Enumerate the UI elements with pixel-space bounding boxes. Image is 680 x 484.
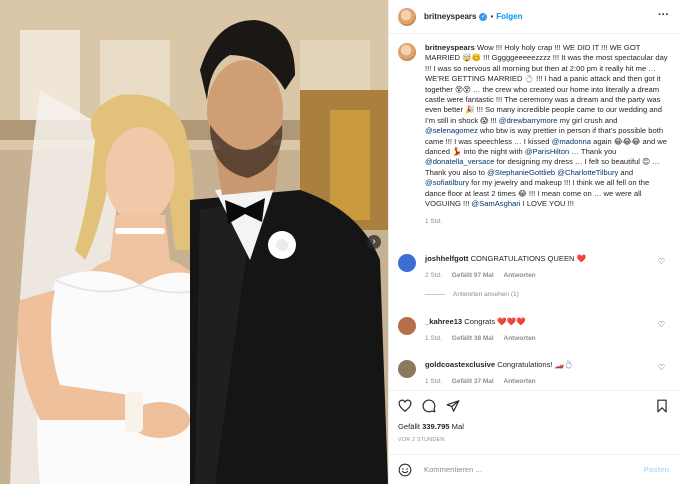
comment-item: goldcoastexclusive Congratulations! 🏎️💍 …: [398, 360, 674, 387]
comment-likes[interactable]: Gefällt 97 Mal: [452, 272, 494, 279]
caption-text: britneyspears Wow !!! Holy holy crap !!!…: [425, 43, 669, 227]
comment-item: joshhelfgott CONGRATULATIONS QUEEN ❤️ 2 …: [398, 254, 674, 298]
view-replies-button[interactable]: Antworten ansehen (1): [425, 291, 674, 298]
post-actions: Gefällt 339.795 Mal VOR 2 STUNDEN: [389, 390, 680, 450]
comment-body: joshhelfgott CONGRATULATIONS QUEEN ❤️ 2 …: [425, 254, 674, 281]
caption-text-segment: my girl crush and: [557, 115, 618, 125]
comment-meta: 1 Std. Gefällt 38 Mal Antworten: [425, 334, 674, 344]
caption-mention-link[interactable]: @SamAsghari: [471, 199, 520, 208]
comment-bubble-icon[interactable]: [422, 399, 436, 413]
author-username[interactable]: britneyspears: [424, 12, 476, 21]
follow-button[interactable]: Folgen: [496, 12, 522, 21]
likes-prefix: Gefällt: [398, 422, 420, 431]
caption-mention-link[interactable]: @madonna: [552, 137, 591, 146]
comment-item: _kahree13 Congrats ❤️❤️❤️ 1 Std. Gefällt…: [398, 317, 674, 344]
comment-meta: 2 Std. Gefällt 97 Mal Antworten: [425, 271, 674, 281]
caption-mention-link[interactable]: @drewbarrymore: [499, 116, 558, 125]
comment-meta: 1 Std. Gefällt 37 Mal Antworten: [425, 377, 674, 387]
caption-text-segment: … Thank you: [569, 147, 617, 157]
caption-mention-link[interactable]: @donatella_versace: [425, 157, 494, 166]
more-options-icon[interactable]: ···: [658, 9, 669, 21]
chevron-right-icon: ›: [372, 236, 376, 247]
post-timestamp: VOR 2 STUNDEN: [398, 437, 445, 443]
comment-text: Congratulations! 🏎️💍: [497, 360, 574, 369]
comment-avatar[interactable]: [398, 360, 416, 378]
caption-mention-link[interactable]: @sofiatilbury: [425, 178, 469, 187]
comment-time: 2 Std.: [425, 272, 442, 279]
avatar[interactable]: [398, 7, 416, 26]
post-photo[interactable]: ›: [0, 0, 388, 484]
share-paper-plane-icon[interactable]: [446, 399, 460, 413]
separator-dot: •: [490, 12, 494, 21]
caption-text-segment: Wow !!! Holy holy crap !!! WE DID IT !!!…: [425, 43, 668, 125]
heart-icon[interactable]: ♡: [658, 363, 665, 372]
comment-body: _kahree13 Congrats ❤️❤️❤️ 1 Std. Gefällt…: [425, 317, 674, 344]
reply-button[interactable]: Antworten: [504, 272, 536, 279]
comment-text: Congrats ❤️❤️❤️: [464, 317, 526, 326]
caption-meta: 1 Std.: [425, 217, 669, 227]
comment-time: 1 Std.: [425, 378, 442, 385]
likes-number: 339.795: [422, 422, 450, 431]
likes-suffix: Mal: [451, 422, 464, 431]
comment-username[interactable]: joshhelfgott: [425, 254, 468, 263]
instagram-post: › britneyspears ✓ • Folgen ··· britneysp…: [0, 0, 680, 484]
comment-likes[interactable]: Gefällt 38 Mal: [452, 335, 494, 342]
caption-text-segment: and: [618, 167, 634, 177]
post-comment-button[interactable]: Posten: [644, 465, 669, 474]
comments-section[interactable]: britneyspears Wow !!! Holy holy crap !!!…: [389, 35, 680, 390]
like-count[interactable]: Gefällt 339.795 Mal: [398, 422, 464, 431]
post-header: britneyspears ✓ • Folgen ···: [389, 0, 680, 34]
next-image-button[interactable]: ›: [367, 235, 381, 249]
replies-line: [425, 294, 445, 295]
caption-body: Wow !!! Holy holy crap !!! WE DID IT !!!…: [425, 43, 668, 208]
verified-badge-icon: ✓: [479, 12, 488, 21]
like-heart-icon[interactable]: [398, 399, 412, 413]
caption-username[interactable]: britneyspears: [425, 43, 475, 52]
caption-time: 1 Std.: [425, 217, 442, 225]
caption-mention-link[interactable]: @ParisHilton: [525, 147, 569, 156]
add-comment-bar: Kommentieren ... Posten: [389, 454, 680, 484]
caption-mention-link[interactable]: @selenagomez: [425, 126, 478, 135]
reply-button[interactable]: Antworten: [504, 378, 536, 385]
save-bookmark-icon[interactable]: [655, 399, 669, 413]
comment-avatar[interactable]: [398, 317, 416, 335]
comment-likes[interactable]: Gefällt 37 Mal: [452, 378, 494, 385]
comment-time: 1 Std.: [425, 335, 442, 342]
comment-username[interactable]: _kahree13: [425, 317, 462, 326]
reply-button[interactable]: Antworten: [504, 335, 536, 342]
heart-icon[interactable]: ♡: [658, 320, 665, 329]
caption-avatar[interactable]: [398, 43, 416, 61]
post-caption: britneyspears Wow !!! Holy holy crap !!!…: [398, 43, 674, 227]
heart-icon[interactable]: ♡: [658, 257, 665, 266]
wedding-photo-illustration: [0, 0, 388, 484]
comment-input[interactable]: Kommentieren ...: [424, 465, 644, 474]
action-icons: [398, 399, 460, 413]
view-replies-label: Antworten ansehen (1): [453, 291, 519, 298]
comment-avatar[interactable]: [398, 254, 416, 272]
emoji-smiley-icon[interactable]: [398, 463, 412, 477]
caption-mention-link[interactable]: @CharlotteTilbury: [557, 168, 618, 177]
comment-body: goldcoastexclusive Congratulations! 🏎️💍 …: [425, 360, 674, 387]
caption-text-segment: I LOVE YOU !!!: [520, 199, 574, 209]
comment-username[interactable]: goldcoastexclusive: [425, 360, 495, 369]
post-side-panel: britneyspears ✓ • Folgen ··· britneyspea…: [388, 0, 680, 484]
comment-text: CONGRATULATIONS QUEEN ❤️: [470, 254, 587, 263]
caption-mention-link[interactable]: @StephanieGottlieb: [487, 168, 555, 177]
